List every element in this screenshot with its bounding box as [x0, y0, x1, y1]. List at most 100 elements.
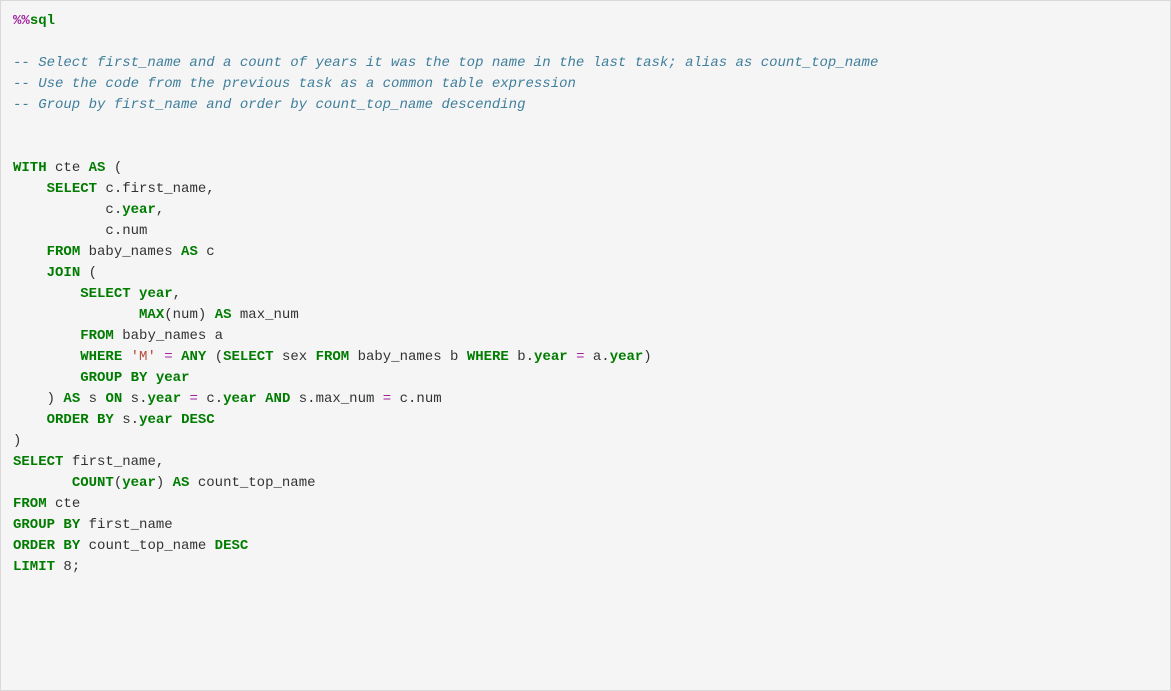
kw-join: JOIN — [47, 265, 81, 281]
id-year: year — [122, 475, 156, 491]
op-eq: = — [576, 349, 584, 365]
id-s: s — [89, 391, 97, 407]
punct-rparen: ) — [47, 391, 55, 407]
op-eq: = — [164, 349, 172, 365]
kw-max: MAX — [139, 307, 164, 323]
id-s: s — [131, 391, 139, 407]
punct-dot: . — [131, 412, 139, 428]
kw-as: AS — [89, 160, 106, 176]
lit-8: 8 — [63, 559, 71, 575]
comment-line-1: -- Select first_name and a count of year… — [13, 55, 878, 71]
id-b: b — [450, 349, 458, 365]
lit-m: 'M' — [131, 349, 156, 365]
kw-as: AS — [63, 391, 80, 407]
id-cte: cte — [55, 496, 80, 512]
id-num: num — [173, 307, 198, 323]
id-baby-names: baby_names — [89, 244, 173, 260]
kw-desc: DESC — [215, 538, 249, 554]
kw-by: BY — [131, 370, 148, 386]
punct-rparen: ) — [643, 349, 651, 365]
id-year: year — [156, 370, 190, 386]
id-year: year — [122, 202, 156, 218]
kw-count: COUNT — [72, 475, 114, 491]
punct-lparen: ( — [114, 160, 122, 176]
kw-any: ANY — [181, 349, 206, 365]
kw-select: SELECT — [13, 454, 63, 470]
kw-as: AS — [181, 244, 198, 260]
id-first-name: first_name — [72, 454, 156, 470]
punct-lparen: ( — [89, 265, 97, 281]
punct-dot: . — [114, 223, 122, 239]
punct-rparen: ) — [13, 433, 21, 449]
punct-lparen: ( — [164, 307, 172, 323]
punct-dot: . — [114, 202, 122, 218]
comment-line-2: -- Use the code from the previous task a… — [13, 76, 576, 92]
id-c: c — [105, 202, 113, 218]
id-a: a — [215, 328, 223, 344]
magic-op: %% — [13, 13, 30, 29]
kw-group: GROUP — [13, 517, 55, 533]
punct-dot: . — [307, 391, 315, 407]
id-c: c — [206, 391, 214, 407]
id-c: c — [105, 181, 113, 197]
kw-from: FROM — [47, 244, 81, 260]
punct-comma: , — [156, 454, 164, 470]
id-count-top-name: count_top_name — [89, 538, 207, 554]
id-year: year — [610, 349, 644, 365]
magic-line: %%sql — [13, 13, 55, 29]
id-c: c — [206, 244, 214, 260]
id-first-name: first_name — [122, 181, 206, 197]
punct-dot: . — [114, 181, 122, 197]
id-c: c — [105, 223, 113, 239]
kw-desc: DESC — [181, 412, 215, 428]
kw-with: WITH — [13, 160, 47, 176]
punct-rparen: ) — [156, 475, 164, 491]
kw-by: BY — [63, 517, 80, 533]
id-num: num — [122, 223, 147, 239]
kw-on: ON — [105, 391, 122, 407]
punct-dot: . — [215, 391, 223, 407]
kw-select: SELECT — [80, 286, 130, 302]
kw-from: FROM — [13, 496, 47, 512]
id-first-name: first_name — [89, 517, 173, 533]
kw-select: SELECT — [47, 181, 97, 197]
punct-dot: . — [601, 349, 609, 365]
magic-name: sql — [30, 13, 55, 29]
id-cte: cte — [55, 160, 80, 176]
id-year: year — [223, 391, 257, 407]
comment-line-3: -- Group by first_name and order by coun… — [13, 97, 525, 113]
code-cell[interactable]: %%sql -- Select first_name and a count o… — [0, 0, 1171, 691]
kw-group: GROUP — [80, 370, 122, 386]
punct-lparen: ( — [114, 475, 122, 491]
punct-rparen: ) — [198, 307, 206, 323]
kw-from: FROM — [80, 328, 114, 344]
kw-by: BY — [63, 538, 80, 554]
id-year: year — [534, 349, 568, 365]
id-s: s — [299, 391, 307, 407]
id-b: b — [517, 349, 525, 365]
kw-from: FROM — [316, 349, 350, 365]
id-year: year — [147, 391, 181, 407]
id-s: s — [122, 412, 130, 428]
kw-order: ORDER — [13, 538, 55, 554]
kw-and: AND — [265, 391, 290, 407]
id-max-num: max_num — [316, 391, 375, 407]
kw-select: SELECT — [223, 349, 273, 365]
kw-where: WHERE — [80, 349, 122, 365]
punct-lparen: ( — [215, 349, 223, 365]
kw-by: BY — [97, 412, 114, 428]
id-year: year — [139, 286, 173, 302]
id-sex: sex — [282, 349, 307, 365]
punct-comma: , — [173, 286, 181, 302]
id-baby-names: baby_names — [358, 349, 442, 365]
id-year: year — [139, 412, 173, 428]
kw-limit: LIMIT — [13, 559, 55, 575]
kw-order: ORDER — [47, 412, 89, 428]
id-max-num: max_num — [240, 307, 299, 323]
punct-comma: , — [206, 181, 214, 197]
id-count-top-name: count_top_name — [198, 475, 316, 491]
op-eq: = — [383, 391, 391, 407]
id-num: num — [416, 391, 441, 407]
id-c: c — [400, 391, 408, 407]
punct-comma: , — [156, 202, 164, 218]
